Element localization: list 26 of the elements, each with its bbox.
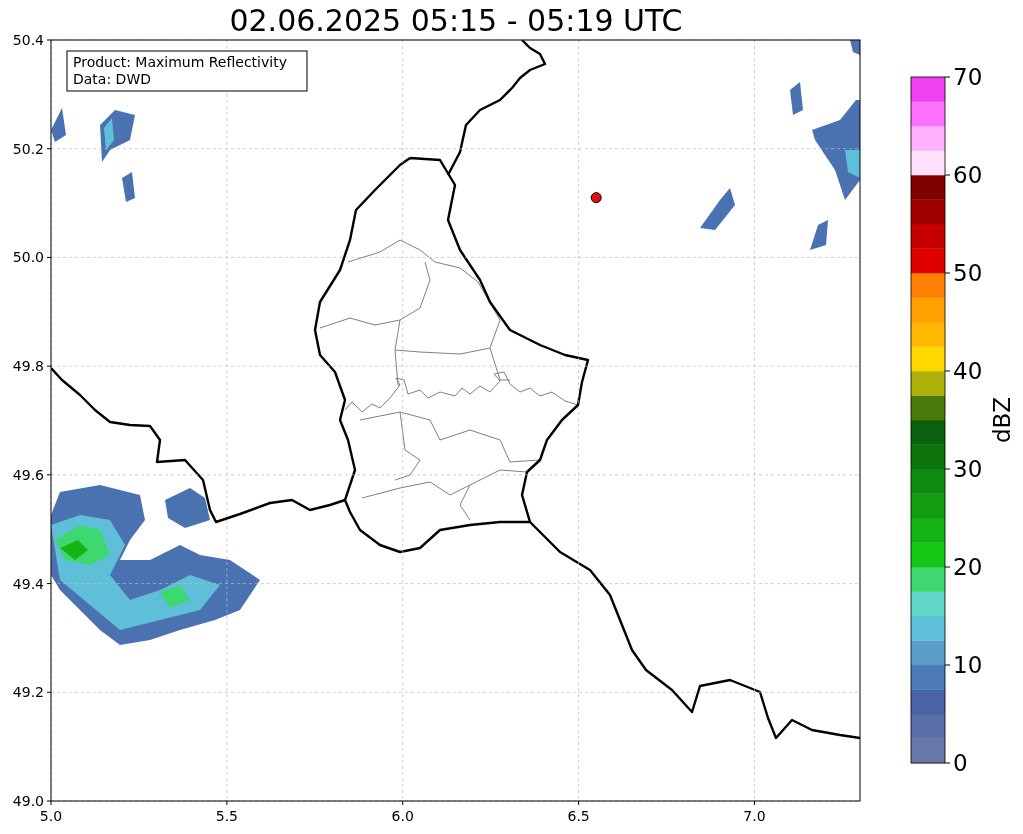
info-text: Product: Maximum Reflectivity [73,54,287,70]
y-tick-label: 49.4 [12,575,44,592]
colorbar-tick-label: 20 [953,554,983,580]
y-tick-label: 49.6 [12,466,44,483]
colorbar-tick-label: 50 [953,260,983,286]
y-tick-label: 49.0 [12,793,44,809]
location-marker [590,192,602,204]
x-tick-label: 5.5 [215,808,238,824]
y-tick-label: 49.8 [12,358,44,375]
x-tick-label: 6.5 [567,808,590,824]
colorbar-tick-label: 10 [953,652,983,678]
y-tick-label: 49.2 [12,684,44,701]
colorbar-tick-label: 70 [953,64,983,90]
colorbar-tick-label: 60 [953,162,983,188]
chart-title: 02.06.2025 05:15 - 05:19 UTC [229,3,683,38]
x-tick-label: 6.0 [391,808,414,824]
colorbar-tick-label: 40 [953,358,983,384]
y-tick-label: 50.4 [12,32,44,48]
x-tick-label: 5.0 [39,808,63,824]
colorbar-tick-label: 30 [953,456,983,482]
y-tick-label: 50.2 [12,140,44,157]
x-tick-label: 7.0 [743,808,766,824]
info-text: Data: DWD [73,71,151,87]
y-tick-label: 50.0 [12,249,44,266]
colorbar-label: dBZ [989,396,1015,444]
colorbar-tick-label: 0 [953,750,968,776]
